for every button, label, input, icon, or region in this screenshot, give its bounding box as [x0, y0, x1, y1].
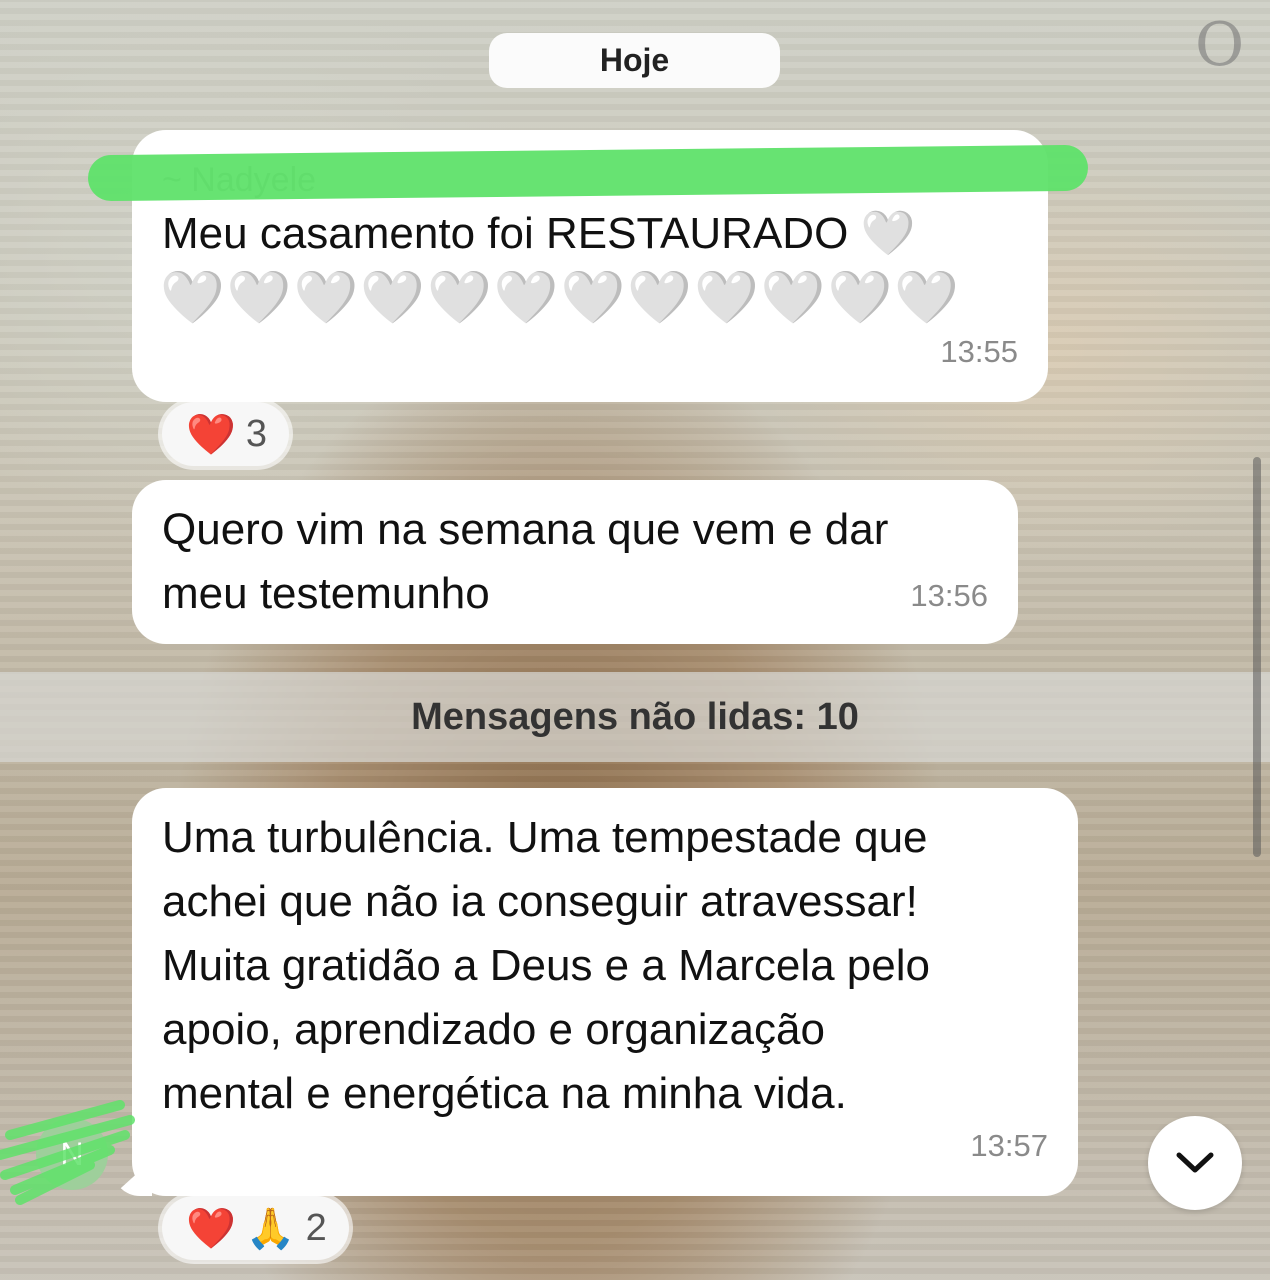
wallpaper-corner-glyph: O: [1195, 10, 1245, 80]
chevron-down-icon: [1176, 1152, 1214, 1173]
praying-hands-icon: 🙏: [245, 1206, 296, 1251]
scroll-to-bottom-button[interactable]: [1148, 1116, 1242, 1210]
message-bubble-3[interactable]: Uma turbulência. Uma tempestade que ache…: [132, 788, 1078, 1196]
message-time: 13:55: [940, 334, 1018, 369]
unread-messages-banner: Mensagens não lidas: 10: [0, 672, 1270, 762]
message-emojis: 🤍🤍🤍🤍🤍🤍🤍🤍🤍🤍🤍🤍: [160, 269, 961, 327]
message-time: 13:57: [970, 1128, 1048, 1163]
reaction-count: 3: [245, 412, 267, 455]
red-heart-icon: ❤️: [186, 1206, 236, 1251]
reaction-chip-3[interactable]: ❤️ 🙏 2: [162, 1196, 349, 1260]
message-bubble-2[interactable]: Quero vim na semana que vem e dar meu te…: [132, 480, 1018, 644]
message-time: 13:56: [910, 578, 988, 613]
message-text: Meu casamento foi RESTAURADO 🤍: [162, 209, 916, 258]
avatar-redaction-scribble: [0, 1100, 135, 1205]
reaction-count: 2: [305, 1206, 327, 1249]
redaction-scribble: [87, 144, 1089, 202]
scrollbar[interactable]: [1253, 457, 1261, 857]
red-heart-icon: ❤️: [186, 412, 236, 457]
message-text: Uma turbulência. Uma tempestade que ache…: [162, 813, 930, 1118]
message-bubble-1[interactable]: ~ Nadyele Meu casamento foi RESTAURADO 🤍…: [87, 130, 1089, 402]
message-text: Quero vim na semana que vem e dar meu te…: [162, 505, 889, 618]
reaction-chip-1[interactable]: ❤️ 3: [162, 402, 289, 466]
date-separator: Hoje: [489, 33, 780, 88]
